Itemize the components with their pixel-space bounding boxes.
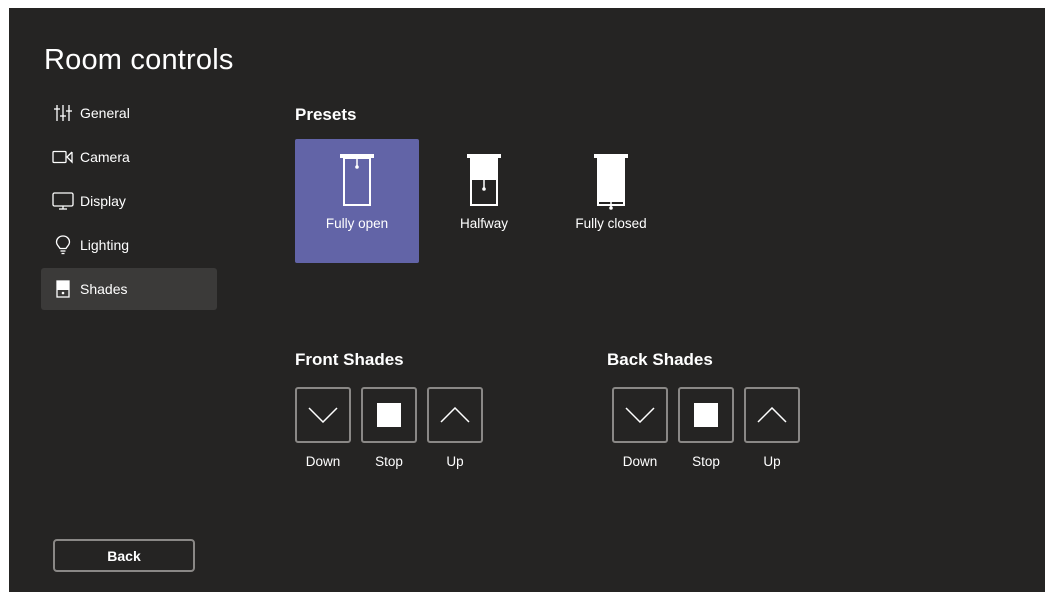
back-shades-up-label: Up [763,454,781,469]
front-shades-down-label: Down [305,454,341,469]
shade-closed-icon [594,154,628,210]
preset-halfway[interactable]: Halfway [422,139,546,263]
page-title: Room controls [44,44,234,76]
front-shades-down-button[interactable] [295,387,351,443]
preset-label: Fully closed [575,216,647,231]
front-shades-up-button[interactable] [427,387,483,443]
monitor-icon [52,190,74,212]
stop-icon [377,403,401,427]
chevron-up-icon [440,407,470,423]
chevron-down-icon [625,407,655,423]
nav-item-camera[interactable]: Camera [41,136,217,178]
front-shades-title: Front Shades [295,350,404,369]
nav-item-display[interactable]: Display [41,180,217,222]
nav-item-label: General [80,105,130,121]
nav-item-label: Lighting [80,237,130,253]
preset-label: Fully open [325,216,389,231]
nav-item-general[interactable]: General [41,92,217,134]
back-shades-title: Back Shades [607,350,713,369]
back-shades-stop-button[interactable] [678,387,734,443]
back-shades-stop-label: Stop [692,454,720,469]
front-shades-up-label: Up [446,454,464,469]
shade-half-icon [467,154,501,206]
back-shades-down-label: Down [622,454,658,469]
presets-title: Presets [295,105,357,124]
lightbulb-icon [52,234,74,256]
preset-fully-closed[interactable]: Fully closed [549,139,673,263]
stop-icon [694,403,718,427]
preset-label: Halfway [459,216,508,231]
preset-fully-open[interactable]: Fully open [295,139,419,263]
front-shades-stop-button[interactable] [361,387,417,443]
chevron-down-icon [308,407,338,423]
nav-item-label: Shades [80,281,128,297]
room-controls-screen: Room controls General Camera Display Lig… [9,8,1045,592]
back-shades-up-button[interactable] [744,387,800,443]
sliders-icon [52,102,74,124]
chevron-up-icon [757,407,787,423]
nav-item-shades[interactable]: Shades [41,268,217,310]
shade-open-icon [340,154,374,206]
front-shades-stop-label: Stop [375,454,403,469]
nav-item-label: Display [80,193,126,209]
camera-icon [52,146,74,168]
back-shades-down-button[interactable] [612,387,668,443]
back-button[interactable]: Back [53,539,195,572]
shades-icon [52,278,74,300]
nav-item-label: Camera [80,149,130,165]
nav-item-lighting[interactable]: Lighting [41,224,217,266]
sidebar-nav: General Camera Display Lighting Shades [41,92,217,312]
